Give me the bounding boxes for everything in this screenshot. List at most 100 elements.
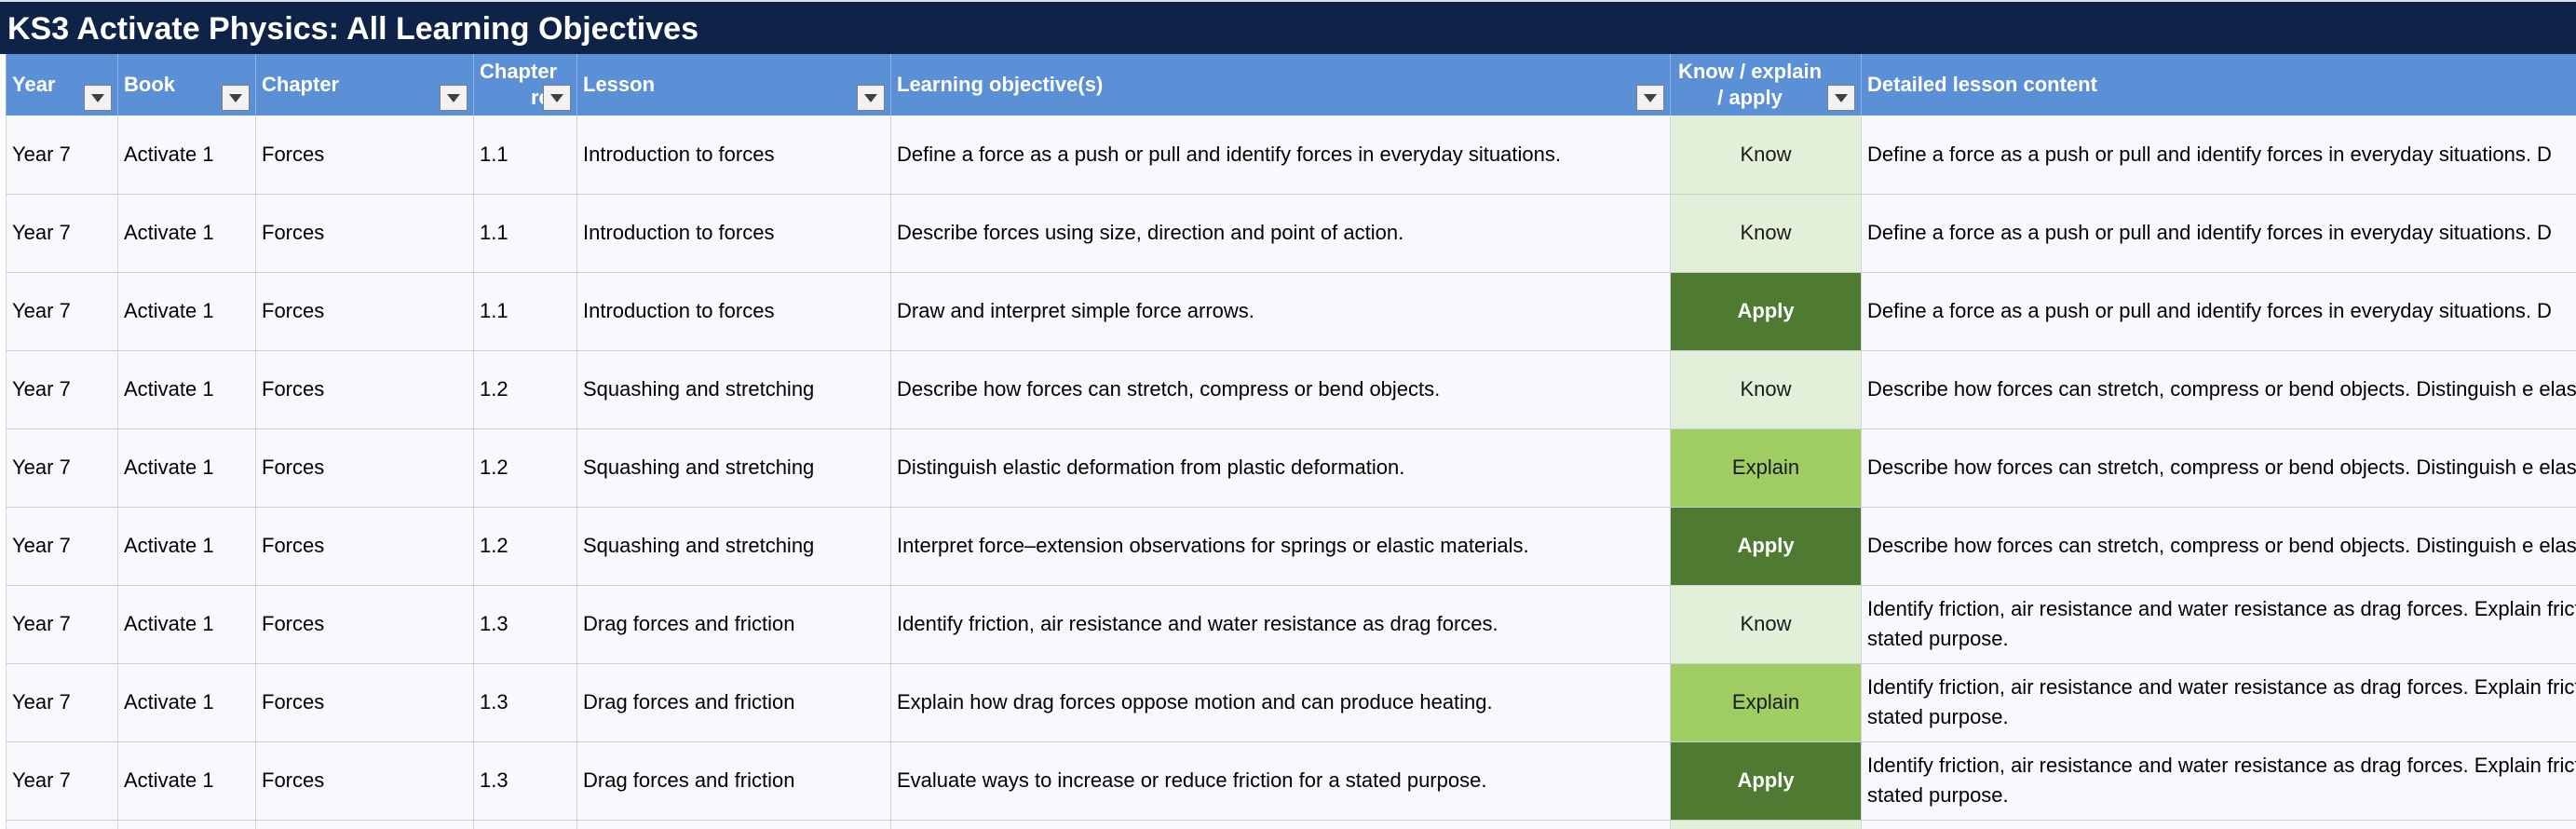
header-row: Year Book Chapter Chapter ref Lesson: [6, 54, 2576, 116]
cell-objective[interactable]: Identify friction, air resistance and wa…: [890, 585, 1671, 664]
cell-empty[interactable]: [890, 820, 1671, 829]
filter-dropdown-book[interactable]: [222, 85, 250, 111]
cell-kea[interactable]: Know: [1670, 350, 1862, 429]
cell-kea[interactable]: Know: [1670, 116, 1862, 195]
cell-chapter-ref[interactable]: 1.2: [473, 507, 577, 586]
cell-objective[interactable]: Draw and interpret simple force arrows.: [890, 272, 1671, 351]
header-detail[interactable]: Detailed lesson content: [1861, 54, 2576, 116]
header-chapter-label: Chapter: [262, 73, 340, 96]
cell-book[interactable]: Activate 1: [117, 507, 256, 586]
cell-kea[interactable]: Apply: [1670, 507, 1862, 586]
header-book[interactable]: Book: [117, 54, 256, 116]
cell-chapter[interactable]: Forces: [255, 663, 474, 742]
cell-detail[interactable]: Identify friction, air resistance and wa…: [1861, 585, 2576, 664]
cell-chapter-ref[interactable]: 1.2: [473, 350, 577, 429]
cell-kea[interactable]: Apply: [1670, 272, 1862, 351]
header-chapter[interactable]: Chapter: [255, 54, 474, 116]
cell-chapter-ref[interactable]: 1.3: [473, 741, 577, 821]
cell-empty[interactable]: [473, 820, 577, 829]
cell-chapter[interactable]: Forces: [255, 585, 474, 664]
cell-kea[interactable]: Know: [1670, 585, 1862, 664]
cell-detail[interactable]: Define a force as a push or pull and ide…: [1861, 194, 2576, 273]
cell-book[interactable]: Activate 1: [117, 428, 256, 508]
cell-detail[interactable]: Identify friction, air resistance and wa…: [1861, 663, 2576, 742]
cell-book[interactable]: Activate 1: [117, 663, 256, 742]
cell-objective[interactable]: Describe how forces can stretch, compres…: [890, 350, 1671, 429]
cell-year[interactable]: Year 7: [6, 116, 118, 195]
cell-objective[interactable]: Distinguish elastic deformation from pla…: [890, 428, 1671, 508]
cell-detail[interactable]: Describe how forces can stretch, compres…: [1861, 507, 2576, 586]
cell-year[interactable]: Year 7: [6, 741, 118, 821]
cell-detail[interactable]: Define a force as a push or pull and ide…: [1861, 272, 2576, 351]
filter-dropdown-kea[interactable]: [1827, 85, 1855, 111]
cell-chapter-ref[interactable]: 1.2: [473, 428, 577, 508]
cell-empty[interactable]: [6, 820, 118, 829]
cell-year[interactable]: Year 7: [6, 350, 118, 429]
cell-chapter[interactable]: Forces: [255, 116, 474, 195]
cell-empty[interactable]: [255, 820, 474, 829]
cell-chapter-ref[interactable]: 1.1: [473, 194, 577, 273]
cell-chapter[interactable]: Forces: [255, 272, 474, 351]
cell-kea[interactable]: Explain: [1670, 428, 1862, 508]
cell-kea[interactable]: Apply: [1670, 741, 1862, 821]
cell-year[interactable]: Year 7: [6, 428, 118, 508]
filter-dropdown-year[interactable]: [84, 85, 112, 111]
cell-kea[interactable]: Know: [1670, 194, 1862, 273]
cell-detail[interactable]: Define a force as a push or pull and ide…: [1861, 116, 2576, 195]
cell-book[interactable]: Activate 1: [117, 585, 256, 664]
cell-objective[interactable]: Describe forces using size, direction an…: [890, 194, 1671, 273]
cell-book[interactable]: Activate 1: [117, 741, 256, 821]
cell-lesson[interactable]: Drag forces and friction: [576, 585, 891, 664]
cell-year[interactable]: Year 7: [6, 194, 118, 273]
header-year[interactable]: Year: [6, 54, 118, 116]
filter-dropdown-chapter[interactable]: [440, 85, 468, 111]
cell-chapter-ref[interactable]: 1.3: [473, 663, 577, 742]
cell-objective[interactable]: Interpret force–extension observations f…: [890, 507, 1671, 586]
cell-lesson[interactable]: Drag forces and friction: [576, 741, 891, 821]
filter-dropdown-chapter-ref[interactable]: [543, 85, 571, 111]
cell-book[interactable]: Activate 1: [117, 194, 256, 273]
cell-detail[interactable]: Describe how forces can stretch, compres…: [1861, 428, 2576, 508]
cell-book[interactable]: Activate 1: [117, 116, 256, 195]
cell-lesson[interactable]: Introduction to forces: [576, 194, 891, 273]
cell-book[interactable]: Activate 1: [117, 272, 256, 351]
cell-chapter-ref[interactable]: 1.1: [473, 272, 577, 351]
cell-year[interactable]: Year 7: [6, 585, 118, 664]
cell-chapter[interactable]: Forces: [255, 350, 474, 429]
cell-lesson[interactable]: Squashing and stretching: [576, 350, 891, 429]
cell-empty[interactable]: [117, 820, 256, 829]
filter-dropdown-objective[interactable]: [1636, 85, 1664, 111]
cell-chapter[interactable]: Forces: [255, 428, 474, 508]
cell-year[interactable]: Year 7: [6, 507, 118, 586]
cell-objective[interactable]: Evaluate ways to increase or reduce fric…: [890, 741, 1671, 821]
cell-chapter[interactable]: Forces: [255, 741, 474, 821]
cell-empty[interactable]: [576, 820, 891, 829]
header-chapter-ref[interactable]: Chapter ref: [473, 54, 577, 116]
cell-lesson[interactable]: Introduction to forces: [576, 272, 891, 351]
cell-lesson[interactable]: Squashing and stretching: [576, 507, 891, 586]
cell-chapter-ref[interactable]: 1.3: [473, 585, 577, 664]
objectives-table: Year Book Chapter Chapter ref Lesson: [6, 54, 2576, 829]
cell-empty[interactable]: [1861, 820, 2576, 829]
cell-detail[interactable]: Describe how forces can stretch, compres…: [1861, 350, 2576, 429]
cell-lesson[interactable]: Drag forces and friction: [576, 663, 891, 742]
cell-lesson[interactable]: Squashing and stretching: [576, 428, 891, 508]
header-kea[interactable]: Know / explain / apply: [1670, 54, 1862, 116]
cell-chapter[interactable]: Forces: [255, 194, 474, 273]
filter-dropdown-lesson[interactable]: [857, 85, 885, 111]
cell-empty[interactable]: [1670, 820, 1862, 829]
cell-objective[interactable]: Explain how drag forces oppose motion an…: [890, 663, 1671, 742]
cell-year[interactable]: Year 7: [6, 663, 118, 742]
cell-kea[interactable]: Explain: [1670, 663, 1862, 742]
cell-chapter-ref[interactable]: 1.1: [473, 116, 577, 195]
header-detail-label: Detailed lesson content: [1867, 73, 2097, 96]
cell-book[interactable]: Activate 1: [117, 350, 256, 429]
cell-detail[interactable]: Identify friction, air resistance and wa…: [1861, 741, 2576, 821]
header-objective[interactable]: Learning objective(s): [890, 54, 1671, 116]
sheet-title[interactable]: KS3 Activate Physics: All Learning Objec…: [0, 0, 2576, 54]
header-lesson[interactable]: Lesson: [576, 54, 891, 116]
cell-year[interactable]: Year 7: [6, 272, 118, 351]
cell-objective[interactable]: Define a force as a push or pull and ide…: [890, 116, 1671, 195]
cell-chapter[interactable]: Forces: [255, 507, 474, 586]
cell-lesson[interactable]: Introduction to forces: [576, 116, 891, 195]
